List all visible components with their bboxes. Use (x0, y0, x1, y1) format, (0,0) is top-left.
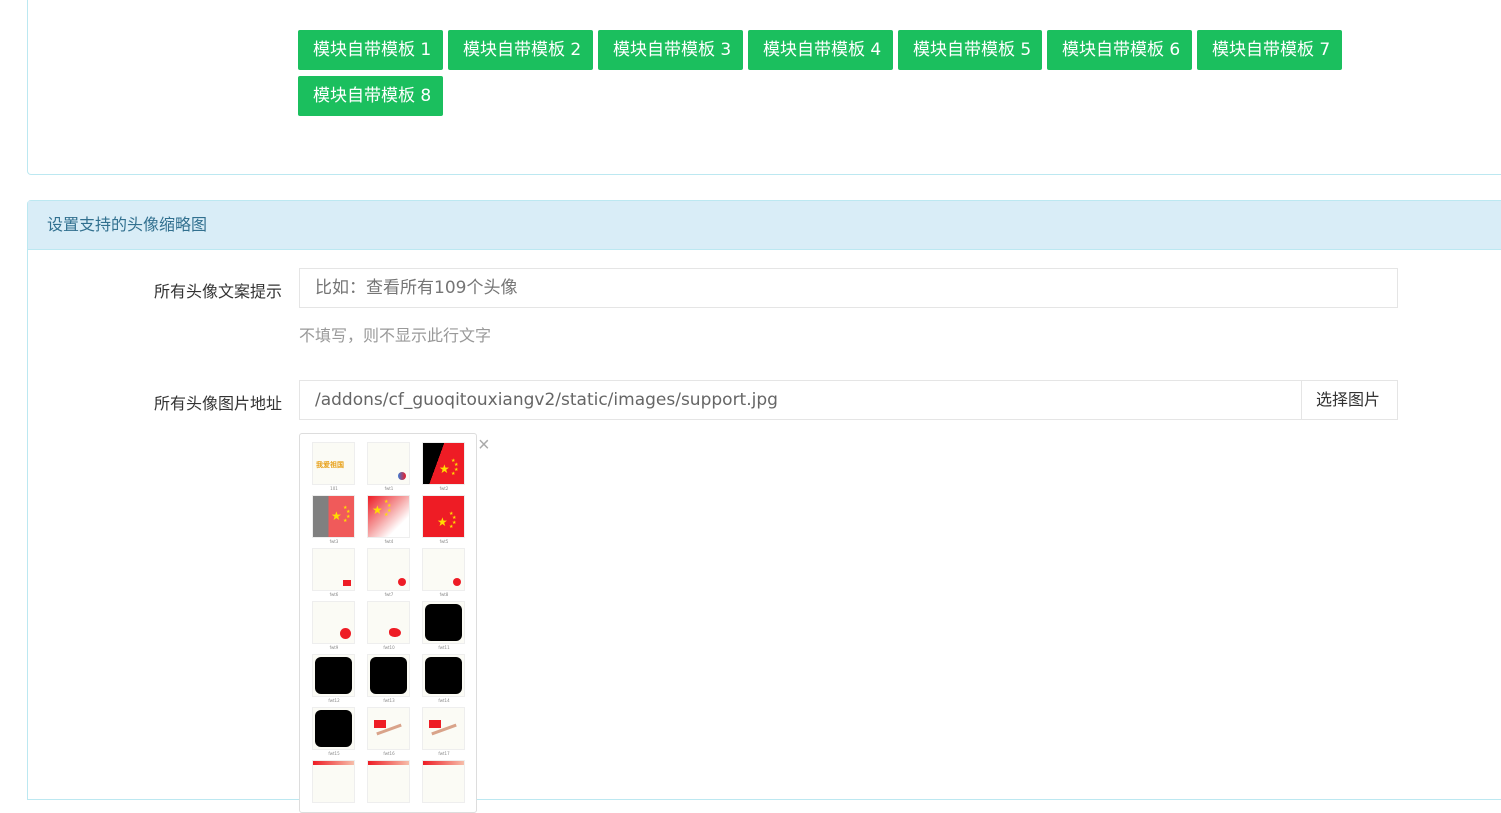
thumbnail-image (367, 760, 410, 803)
thumbnail-image (367, 654, 410, 697)
thumbnail-image (312, 707, 355, 750)
template-button-5[interactable]: 模块自带模板 5 (898, 30, 1042, 70)
banner-text: 我爱祖国 (316, 462, 344, 469)
thumbnail-caption: fwt14 (438, 698, 450, 703)
thumbnail-caption: fwt1 (384, 486, 394, 491)
image-url-label: 所有头像图片地址 (153, 394, 282, 413)
thumbnail-caption: fwt15 (328, 751, 340, 756)
thumbnail-image (422, 707, 465, 750)
select-image-button[interactable]: 选择图片 (1301, 380, 1398, 420)
thumbnail-image (367, 707, 410, 750)
thumbnail-item: ★ ★ ★ ★ ★ fwt2 (422, 442, 466, 494)
template-button-6[interactable]: 模块自带模板 6 (1047, 30, 1192, 70)
flag-star-icon: ★ (372, 503, 383, 517)
thumbnail-image (422, 654, 465, 697)
thumbnail-item (422, 760, 466, 812)
thumbnail-item: fwt6 (312, 548, 356, 600)
thumbnail-item (367, 760, 411, 812)
thumbnail-item: fwt9 (312, 601, 356, 653)
thumbnail-image: ★ ★ ★ ★ ★ (422, 495, 465, 538)
thumbnail-image (312, 760, 355, 803)
thumbnail-item: fwt10 (367, 601, 411, 653)
text-hint-input[interactable] (299, 268, 1398, 308)
thumbnail-caption: fwt11 (438, 645, 450, 650)
thumbnail-item: fwt11 (422, 601, 466, 653)
thumbnail-image (422, 548, 465, 591)
thumbnail-caption: 101 (330, 486, 338, 491)
text-hint-label: 所有头像文案提示 (153, 282, 282, 301)
thumbnail-image: 我爱祖国 (312, 442, 355, 485)
thumbnail-item: ★ ★ ★ ★ ★ fwt5 (422, 495, 466, 547)
thumbnail-image (367, 601, 410, 644)
thumbnail-caption: fwt5 (439, 539, 449, 544)
panel-heading: 设置支持的头像缩略图 (28, 201, 1501, 250)
avatar-thumbnail-panel: 设置支持的头像缩略图 所有头像文案提示 不填写，则不显示此行文字 所有头像图片地… (27, 200, 1501, 813)
template-button-2[interactable]: 模块自带模板 2 (448, 30, 593, 70)
text-hint-help: 不填写，则不显示此行文字 (299, 326, 492, 345)
thumbnail-image: ★ ★ ★ ★ ★ (367, 495, 410, 538)
template-button-7[interactable]: 模块自带模板 7 (1197, 30, 1342, 70)
thumbnail-item: fwt8 (422, 548, 466, 600)
thumbnail-image (312, 548, 355, 591)
thumbnail-item: ★ ★ ★ ★ ★ fwt3 (312, 495, 356, 547)
thumbnail-caption: fwt6 (329, 592, 339, 597)
thumbnail-caption: fwt3 (329, 539, 339, 544)
template-button-3[interactable]: 模块自带模板 3 (598, 30, 743, 70)
template-button-4[interactable]: 模块自带模板 4 (748, 30, 893, 70)
thumbnail-caption: fwt12 (328, 698, 340, 703)
thumbnail-item: fwt1 (367, 442, 411, 494)
thumbnail-item: fwt7 (367, 548, 411, 600)
thumbnail-caption: fwt9 (329, 645, 339, 650)
thumbnail-image (312, 601, 355, 644)
flag-star-icon: ★ (439, 462, 450, 476)
thumbnail-caption: fwt7 (384, 592, 394, 597)
thumbnail-image: ★ ★ ★ ★ ★ (422, 442, 465, 485)
thumbnail-caption: fwt10 (383, 645, 395, 650)
thumbnail-item: fwt14 (422, 654, 466, 706)
thumbnail-image (367, 548, 410, 591)
thumbnail-item (312, 760, 356, 812)
thumbnail-item: fwt17 (422, 707, 466, 759)
thumbnail-item: ★ ★ ★ ★ ★ fwt4 (367, 495, 411, 547)
thumbnail-caption: fwt16 (383, 751, 395, 756)
thumbnail-image (367, 442, 410, 485)
thumbnail-caption: fwt2 (439, 486, 449, 491)
thumbnail-caption: fwt4 (384, 539, 394, 544)
thumbnail-image (422, 760, 465, 803)
flag-star-icon: ★ (331, 509, 342, 523)
thumbnail-caption: fwt13 (383, 698, 395, 703)
image-preview: 我爱祖国 101 fwt1 ★ ★ ★ ★ ★ fwt2 ★ ★ ★ ★ ★ fwt3 ★ ★ ★ ★ ★ fwt4 ★ ★… (299, 433, 477, 813)
thumbnail-image (312, 654, 355, 697)
template-button-8[interactable]: 模块自带模板 8 (298, 76, 443, 116)
thumbnail-item: fwt13 (367, 654, 411, 706)
thumbnail-image: ★ ★ ★ ★ ★ (312, 495, 355, 538)
thumbnail-item: fwt16 (367, 707, 411, 759)
flag-star-icon: ★ (437, 515, 448, 529)
template-panel (27, 0, 1501, 175)
close-icon[interactable]: × (478, 433, 490, 457)
thumbnail-item: fwt15 (312, 707, 356, 759)
thumbnail-item: 我爱祖国 101 (312, 442, 356, 494)
image-url-input[interactable] (299, 380, 1303, 420)
thumbnail-item: fwt12 (312, 654, 356, 706)
thumbnail-caption: fwt17 (438, 751, 450, 756)
thumbnail-image (422, 601, 465, 644)
template-button-1[interactable]: 模块自带模板 1 (298, 30, 443, 70)
thumbnail-caption: fwt8 (439, 592, 449, 597)
